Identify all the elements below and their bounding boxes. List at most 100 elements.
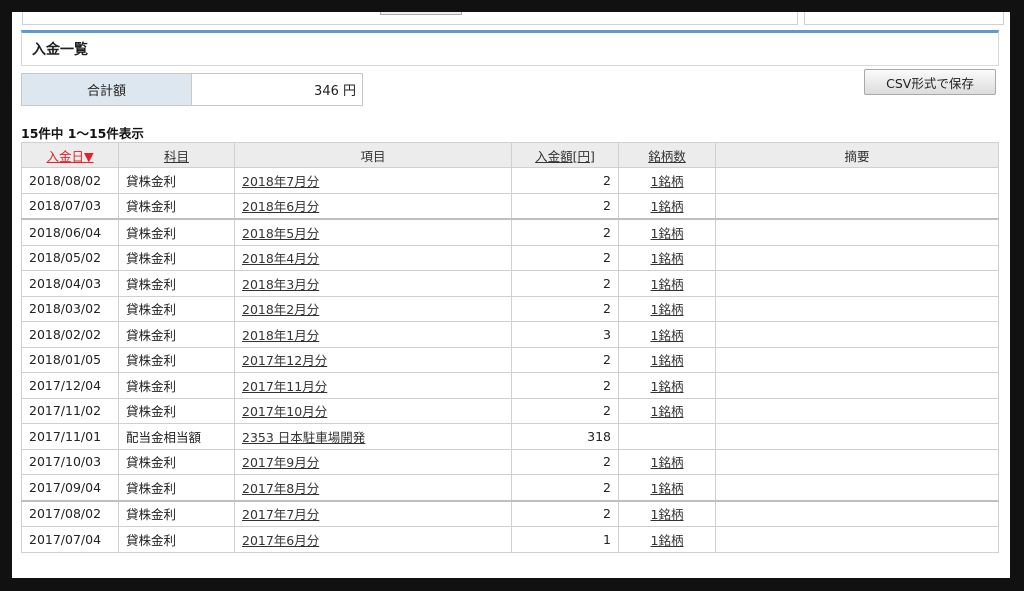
- table-row: 2017/07/04 貸株金利 2017年6月分 1 1銘柄: [21, 526, 999, 553]
- cell-stocks: 1銘柄: [618, 499, 716, 527]
- header-amount: 入金額[円]: [511, 142, 619, 168]
- cell-note: [715, 244, 999, 271]
- cell-item-link[interactable]: 2018年3月分: [242, 277, 319, 292]
- cell-subject: 貸株金利: [118, 526, 235, 553]
- cell-stocks: [618, 423, 716, 450]
- cell-amount: 2: [511, 372, 619, 399]
- cell-stocks-link[interactable]: 1銘柄: [651, 277, 684, 292]
- top-panel-right: [804, 12, 1004, 25]
- cell-item-link[interactable]: 2017年10月分: [242, 404, 327, 419]
- cell-stocks: 1銘柄: [618, 474, 716, 501]
- sort-subject-link[interactable]: 科目: [164, 149, 189, 164]
- cell-item: 2018年2月分: [234, 295, 512, 322]
- cell-subject: 貸株金利: [118, 372, 235, 399]
- cell-amount: 2: [511, 346, 619, 373]
- cell-amount: 2: [511, 295, 619, 322]
- table-row: 2018/01/05 貸株金利 2017年12月分 2 1銘柄: [21, 346, 999, 373]
- csv-save-button[interactable]: CSV形式で保存: [864, 69, 996, 95]
- sort-stocks-link[interactable]: 銘柄数: [648, 149, 686, 164]
- cell-item: 2018年5月分: [234, 218, 512, 246]
- cell-note: [715, 295, 999, 322]
- sort-date-link[interactable]: 入金日▼: [46, 149, 93, 164]
- cell-note: [715, 526, 999, 553]
- cell-date: 2018/04/03: [21, 270, 119, 297]
- cell-item-link[interactable]: 2017年9月分: [242, 455, 319, 470]
- cell-stocks-link[interactable]: 1銘柄: [651, 353, 684, 368]
- cell-item-link[interactable]: 2353 日本駐車場開発: [242, 430, 365, 445]
- cell-item-link[interactable]: 2018年5月分: [242, 226, 319, 241]
- cell-note: [715, 397, 999, 424]
- cell-stocks: 1銘柄: [618, 295, 716, 322]
- cell-item: 2017年9月分: [234, 448, 512, 475]
- header-subject: 科目: [118, 142, 235, 168]
- cell-stocks-link[interactable]: 1銘柄: [651, 455, 684, 470]
- cell-subject: 配当金相当額: [118, 423, 235, 450]
- result-count: 15件中 1〜15件表示: [21, 126, 144, 141]
- cell-date: 2017/08/02: [21, 499, 119, 527]
- cell-stocks-link[interactable]: 1銘柄: [651, 507, 684, 522]
- cell-stocks-link[interactable]: 1銘柄: [651, 328, 684, 343]
- cell-subject: 貸株金利: [118, 397, 235, 424]
- cell-item-link[interactable]: 2018年6月分: [242, 199, 319, 214]
- table-row: 2017/11/01 配当金相当額 2353 日本駐車場開発 318: [21, 423, 999, 450]
- cell-item-link[interactable]: 2017年11月分: [242, 379, 327, 394]
- top-button[interactable]: [380, 12, 462, 15]
- cell-stocks-link[interactable]: 1銘柄: [651, 379, 684, 394]
- cell-item-link[interactable]: 2017年8月分: [242, 481, 319, 496]
- cell-subject: 貸株金利: [118, 270, 235, 297]
- cell-amount: 2: [511, 270, 619, 297]
- top-panel-left: [22, 12, 798, 25]
- table-row: 2018/04/03 貸株金利 2018年3月分 2 1銘柄: [21, 270, 999, 297]
- cell-item-link[interactable]: 2017年12月分: [242, 353, 327, 368]
- cell-note: [715, 372, 999, 399]
- cell-amount: 2: [511, 244, 619, 271]
- cell-item-link[interactable]: 2017年7月分: [242, 507, 319, 522]
- table-row: 2018/03/02 貸株金利 2018年2月分 2 1銘柄: [21, 295, 999, 322]
- cell-stocks: 1銘柄: [618, 321, 716, 348]
- sort-amount-link[interactable]: 入金額[円]: [535, 149, 595, 164]
- cell-note: [715, 423, 999, 450]
- cell-item: 2017年6月分: [234, 526, 512, 553]
- cell-item: 2017年7月分: [234, 499, 512, 527]
- cell-item: 2017年12月分: [234, 346, 512, 373]
- cell-subject: 貸株金利: [118, 499, 235, 527]
- cell-item-link[interactable]: 2018年2月分: [242, 302, 319, 317]
- table-row: 2018/08/02 貸株金利 2018年7月分 2 1銘柄: [21, 167, 999, 194]
- cell-date: 2018/07/03: [21, 192, 119, 220]
- cell-amount: 2: [511, 218, 619, 246]
- cell-note: [715, 321, 999, 348]
- cell-stocks: 1銘柄: [618, 346, 716, 373]
- table-row: 2017/10/03 貸株金利 2017年9月分 2 1銘柄: [21, 448, 999, 475]
- cell-item: 2017年11月分: [234, 372, 512, 399]
- section-title: 入金一覧: [32, 42, 88, 58]
- table-row: 2017/09/04 貸株金利 2017年8月分 2 1銘柄: [21, 474, 999, 501]
- header-stocks: 銘柄数: [618, 142, 716, 168]
- cell-item: 2018年7月分: [234, 167, 512, 194]
- cell-stocks-link[interactable]: 1銘柄: [651, 251, 684, 266]
- cell-item: 2017年8月分: [234, 474, 512, 501]
- total-value: 346 円: [192, 74, 362, 105]
- cell-item-link[interactable]: 2017年6月分: [242, 533, 319, 548]
- cell-stocks: 1銘柄: [618, 244, 716, 271]
- cell-subject: 貸株金利: [118, 346, 235, 373]
- cell-item-link[interactable]: 2018年4月分: [242, 251, 319, 266]
- table-row: 2017/11/02 貸株金利 2017年10月分 2 1銘柄: [21, 397, 999, 424]
- cell-stocks: 1銘柄: [618, 218, 716, 246]
- cell-stocks-link[interactable]: 1銘柄: [651, 199, 684, 214]
- cell-stocks-link[interactable]: 1銘柄: [651, 302, 684, 317]
- cell-date: 2017/10/03: [21, 448, 119, 475]
- cell-subject: 貸株金利: [118, 474, 235, 501]
- cell-stocks-link[interactable]: 1銘柄: [651, 226, 684, 241]
- cell-item-link[interactable]: 2018年1月分: [242, 328, 319, 343]
- cell-stocks: 1銘柄: [618, 526, 716, 553]
- cell-stocks-link[interactable]: 1銘柄: [651, 481, 684, 496]
- cell-date: 2018/08/02: [21, 167, 119, 194]
- cell-stocks-link[interactable]: 1銘柄: [651, 174, 684, 189]
- cell-item-link[interactable]: 2018年7月分: [242, 174, 319, 189]
- table-row: 2017/12/04 貸株金利 2017年11月分 2 1銘柄: [21, 372, 999, 399]
- cell-amount: 2: [511, 474, 619, 501]
- header-date: 入金日▼: [21, 142, 119, 168]
- cell-date: 2018/03/02: [21, 295, 119, 322]
- cell-stocks-link[interactable]: 1銘柄: [651, 404, 684, 419]
- cell-stocks-link[interactable]: 1銘柄: [651, 533, 684, 548]
